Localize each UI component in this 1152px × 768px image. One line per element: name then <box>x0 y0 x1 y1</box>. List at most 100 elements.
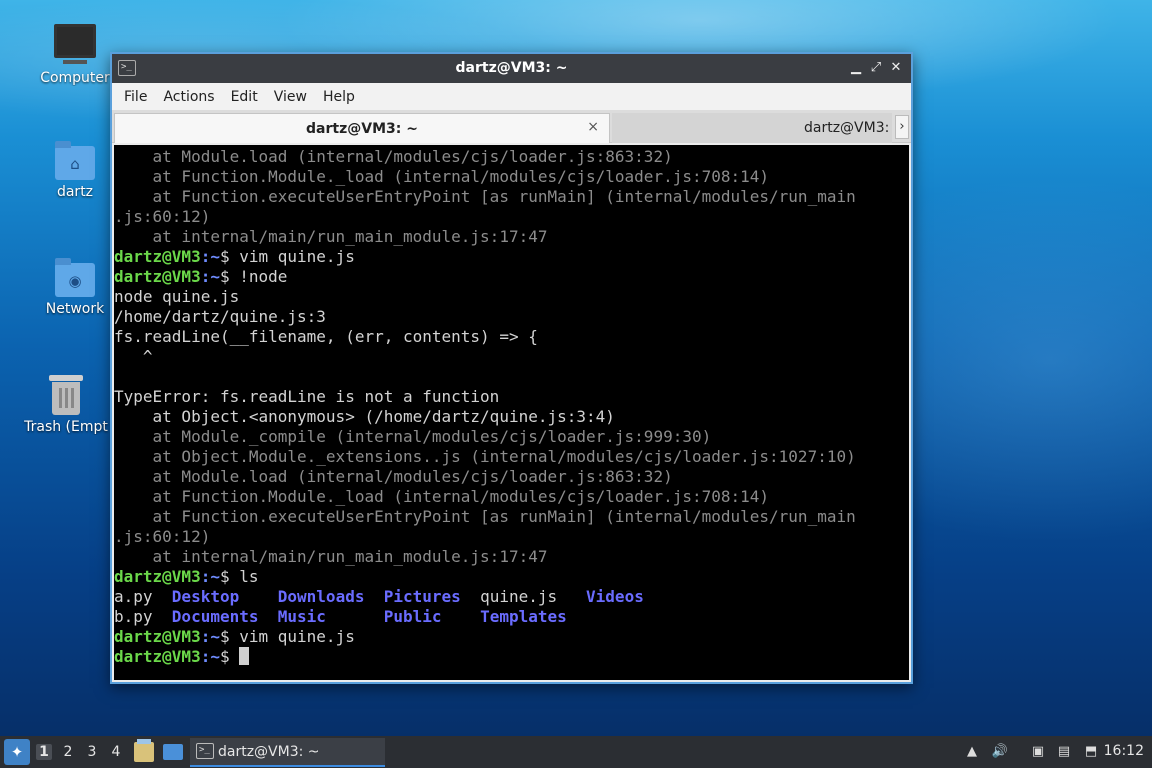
computer-icon <box>54 24 96 64</box>
text-cursor <box>239 647 250 665</box>
prompt-line: dartz@VM3:~$ vim quine.js <box>114 627 909 647</box>
prompt-dollar: $ <box>219 627 240 646</box>
trash-icon <box>49 375 83 415</box>
clock[interactable]: 16:12 <box>1104 743 1144 759</box>
tray-up-arrow-icon[interactable]: ▲ <box>963 743 981 761</box>
ls-entry: Desktop <box>171 587 240 606</box>
prompt-user: dartz@VM3 <box>114 267 201 286</box>
menu-actions[interactable]: Actions <box>155 89 222 105</box>
window-titlebar[interactable]: >_ dartz@VM3: ~ ▁ ⤢ ✕ <box>112 54 911 83</box>
terminal-icon: >_ <box>196 743 214 759</box>
ls-entry: Downloads <box>277 587 365 606</box>
terminal-line: .js:60:12) <box>114 207 211 226</box>
ls-entry: Videos <box>586 587 644 606</box>
menu-file[interactable]: File <box>116 89 155 105</box>
command-text: vim quine.js <box>239 247 355 266</box>
prompt-user: dartz@VM3 <box>114 647 201 666</box>
workspace-4[interactable]: 4 <box>108 744 124 760</box>
tab-terminal-1[interactable]: dartz@VM3: ~ × <box>114 113 610 143</box>
tab-terminal-2[interactable]: dartz@VM3: ~ <box>612 113 892 143</box>
terminal-line: at internal/main/run_main_module.js:17:4… <box>114 227 548 246</box>
prompt-dollar: $ <box>219 247 240 266</box>
ls-entry: Templates <box>480 607 567 626</box>
tab-scroll-right-icon[interactable]: › <box>895 115 909 139</box>
show-desktop-icon[interactable] <box>163 744 183 760</box>
close-icon[interactable]: ✕ <box>887 59 905 77</box>
tab-close-icon[interactable]: × <box>587 119 599 135</box>
prompt-path: :~ <box>200 267 220 286</box>
prompt-user: dartz@VM3 <box>114 567 201 586</box>
update-notifier-icon[interactable]: ⬒ <box>1082 743 1100 761</box>
terminal-line: at Function.executeUserEntryPoint [as ru… <box>114 187 856 206</box>
clipboard-icon[interactable]: ▤ <box>1055 743 1073 761</box>
ls-entry: b.py <box>114 607 153 626</box>
command-text: vim quine.js <box>239 627 355 646</box>
tab-label: dartz@VM3: ~ <box>804 120 892 136</box>
taskbar-item-label: dartz@VM3: ~ <box>218 744 320 760</box>
start-menu-icon[interactable]: ✦ <box>4 739 30 765</box>
desktop-icon-label: Trash (Empt <box>24 419 108 435</box>
prompt-user: dartz@VM3 <box>114 627 201 646</box>
ls-entry: Music <box>277 607 326 626</box>
menu-view[interactable]: View <box>266 89 315 105</box>
terminal-line: at Function.executeUserEntryPoint [as ru… <box>114 507 856 526</box>
prompt-path: :~ <box>200 647 220 666</box>
network-icon[interactable]: ▣ <box>1029 743 1047 761</box>
terminal-line: at Function.Module._load (internal/modul… <box>114 167 770 186</box>
command-text: !node <box>239 267 288 286</box>
network-folder-icon: ◉ <box>55 258 95 297</box>
tab-bar: dartz@VM3: ~ × dartz@VM3: ~ › <box>112 111 911 143</box>
ls-output-row: b.py Documents Music Public Templates <box>114 607 909 627</box>
minimize-icon[interactable]: ▁ <box>847 59 865 77</box>
terminal-line: at Module.load (internal/modules/cjs/loa… <box>114 147 673 166</box>
prompt-line: dartz@VM3:~$ vim quine.js <box>114 247 909 267</box>
terminal-line: at Module.load (internal/modules/cjs/loa… <box>114 467 673 486</box>
ls-entry: quine.js <box>480 587 558 606</box>
terminal-line: at Function.Module._load (internal/modul… <box>114 487 770 506</box>
ls-entry: Pictures <box>383 587 461 606</box>
workspace-1[interactable]: 1 <box>36 744 52 760</box>
terminal-line: at internal/main/run_main_module.js:17:4… <box>114 547 548 566</box>
terminal-line: node quine.js <box>114 287 240 306</box>
terminal-output[interactable]: at Module.load (internal/modules/cjs/loa… <box>114 145 909 680</box>
home-folder-icon: ⌂ <box>55 141 95 180</box>
menu-edit[interactable]: Edit <box>223 89 266 105</box>
terminal-line: at Module._compile (internal/modules/cjs… <box>114 427 712 446</box>
terminal-line: /home/dartz/quine.js:3 <box>114 307 326 326</box>
prompt-line: dartz@VM3:~$ ls <box>114 567 909 587</box>
prompt-dollar: $ <box>219 647 240 666</box>
ls-entry: Documents <box>171 607 259 626</box>
tab-label: dartz@VM3: ~ <box>306 121 418 137</box>
taskbar: ✦ 1 2 3 4 >_ dartz@VM3: ~ ▲ 🔊 ▣ ▤ ⬒ 16:1… <box>0 736 1152 768</box>
prompt-path: :~ <box>200 567 220 586</box>
ls-entry: Public <box>383 607 442 626</box>
terminal-line: .js:60:12) <box>114 527 211 546</box>
ls-output-row: a.py Desktop Downloads Pictures quine.js… <box>114 587 909 607</box>
window-title: dartz@VM3: ~ <box>455 60 568 76</box>
prompt-path: :~ <box>200 627 220 646</box>
desktop-icon-trash[interactable]: Trash (Empt <box>20 375 112 435</box>
file-manager-icon[interactable] <box>134 739 154 762</box>
prompt-user: dartz@VM3 <box>114 247 201 266</box>
menu-help[interactable]: Help <box>315 89 363 105</box>
prompt-dollar: $ <box>219 267 240 286</box>
terminal-line: at Object.<anonymous> (/home/dartz/quine… <box>114 407 615 426</box>
volume-icon[interactable]: 🔊 <box>991 743 1009 761</box>
taskbar-item-terminal[interactable]: >_ dartz@VM3: ~ <box>190 738 385 767</box>
terminal-line: at Object.Module._extensions..js (intern… <box>114 447 856 466</box>
workspace-3[interactable]: 3 <box>84 744 100 760</box>
prompt-line: dartz@VM3:~$ <box>114 647 909 667</box>
command-text: ls <box>239 567 259 586</box>
prompt-line: dartz@VM3:~$ !node <box>114 267 909 287</box>
prompt-path: :~ <box>200 247 220 266</box>
terminal-window: >_ dartz@VM3: ~ ▁ ⤢ ✕ File Actions Edit … <box>110 52 913 684</box>
maximize-icon[interactable]: ⤢ <box>867 59 885 77</box>
prompt-dollar: $ <box>219 567 240 586</box>
ls-entry: a.py <box>114 587 153 606</box>
terminal-line: TypeError: fs.readLine is not a function <box>114 387 500 406</box>
terminal-line: ^ <box>114 347 153 366</box>
menu-bar: File Actions Edit View Help <box>112 83 911 111</box>
terminal-line: fs.readLine(__filename, (err, contents) … <box>114 327 538 346</box>
workspace-2[interactable]: 2 <box>60 744 76 760</box>
